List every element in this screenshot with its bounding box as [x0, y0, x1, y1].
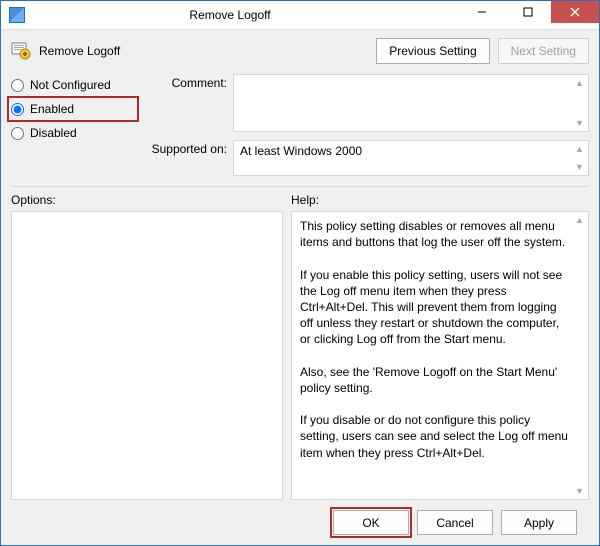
- comment-label: Comment:: [145, 74, 227, 132]
- radio-disabled[interactable]: Disabled: [11, 124, 131, 142]
- scroll-up-icon[interactable]: ▲: [571, 75, 588, 91]
- radio-enabled-input[interactable]: [11, 103, 24, 116]
- scroll-down-icon[interactable]: ▼: [571, 159, 588, 175]
- options-label: Options:: [11, 193, 291, 207]
- scroll-up-icon[interactable]: ▲: [571, 212, 588, 228]
- previous-setting-button[interactable]: Previous Setting: [376, 38, 489, 64]
- radio-disabled-label: Disabled: [30, 126, 77, 140]
- close-button[interactable]: [551, 1, 599, 23]
- supported-on-label: Supported on:: [145, 140, 227, 176]
- state-radio-group: Not Configured Enabled Disabled: [11, 74, 131, 176]
- minimize-button[interactable]: [459, 1, 505, 23]
- scroll-down-icon[interactable]: ▼: [571, 115, 588, 131]
- policy-editor-window: Remove Logoff Remove Logof: [0, 0, 600, 546]
- policy-title: Remove Logoff: [39, 44, 120, 58]
- scroll-down-icon[interactable]: ▼: [571, 483, 588, 499]
- comment-value: [234, 75, 588, 81]
- radio-disabled-input[interactable]: [11, 127, 24, 140]
- radio-not-configured-label: Not Configured: [30, 78, 111, 92]
- help-panel: This policy setting disables or removes …: [291, 211, 589, 500]
- supported-scrollbar[interactable]: ▲ ▼: [571, 141, 588, 175]
- cancel-button[interactable]: Cancel: [417, 510, 493, 535]
- radio-not-configured[interactable]: Not Configured: [11, 76, 131, 94]
- window-title: Remove Logoff: [1, 8, 459, 22]
- help-scrollbar[interactable]: ▲ ▼: [571, 212, 588, 499]
- titlebar[interactable]: Remove Logoff: [1, 1, 599, 30]
- supported-on-value: At least Windows 2000: [234, 141, 588, 161]
- radio-not-configured-input[interactable]: [11, 79, 24, 92]
- divider: [11, 186, 589, 187]
- apply-button[interactable]: Apply: [501, 510, 577, 535]
- comment-scrollbar[interactable]: ▲ ▼: [571, 75, 588, 131]
- options-panel: [11, 211, 283, 500]
- scroll-up-icon[interactable]: ▲: [571, 141, 588, 157]
- supported-on-box: At least Windows 2000 ▲ ▼: [233, 140, 589, 176]
- next-setting-button: Next Setting: [498, 38, 589, 64]
- policy-icon: [11, 41, 31, 61]
- radio-enabled[interactable]: Enabled: [11, 100, 131, 118]
- ok-button[interactable]: OK: [333, 510, 409, 535]
- radio-enabled-label: Enabled: [30, 102, 74, 116]
- help-label: Help:: [291, 193, 319, 207]
- maximize-button[interactable]: [505, 1, 551, 23]
- help-text: This policy setting disables or removes …: [292, 212, 588, 467]
- comment-input[interactable]: ▲ ▼: [233, 74, 589, 132]
